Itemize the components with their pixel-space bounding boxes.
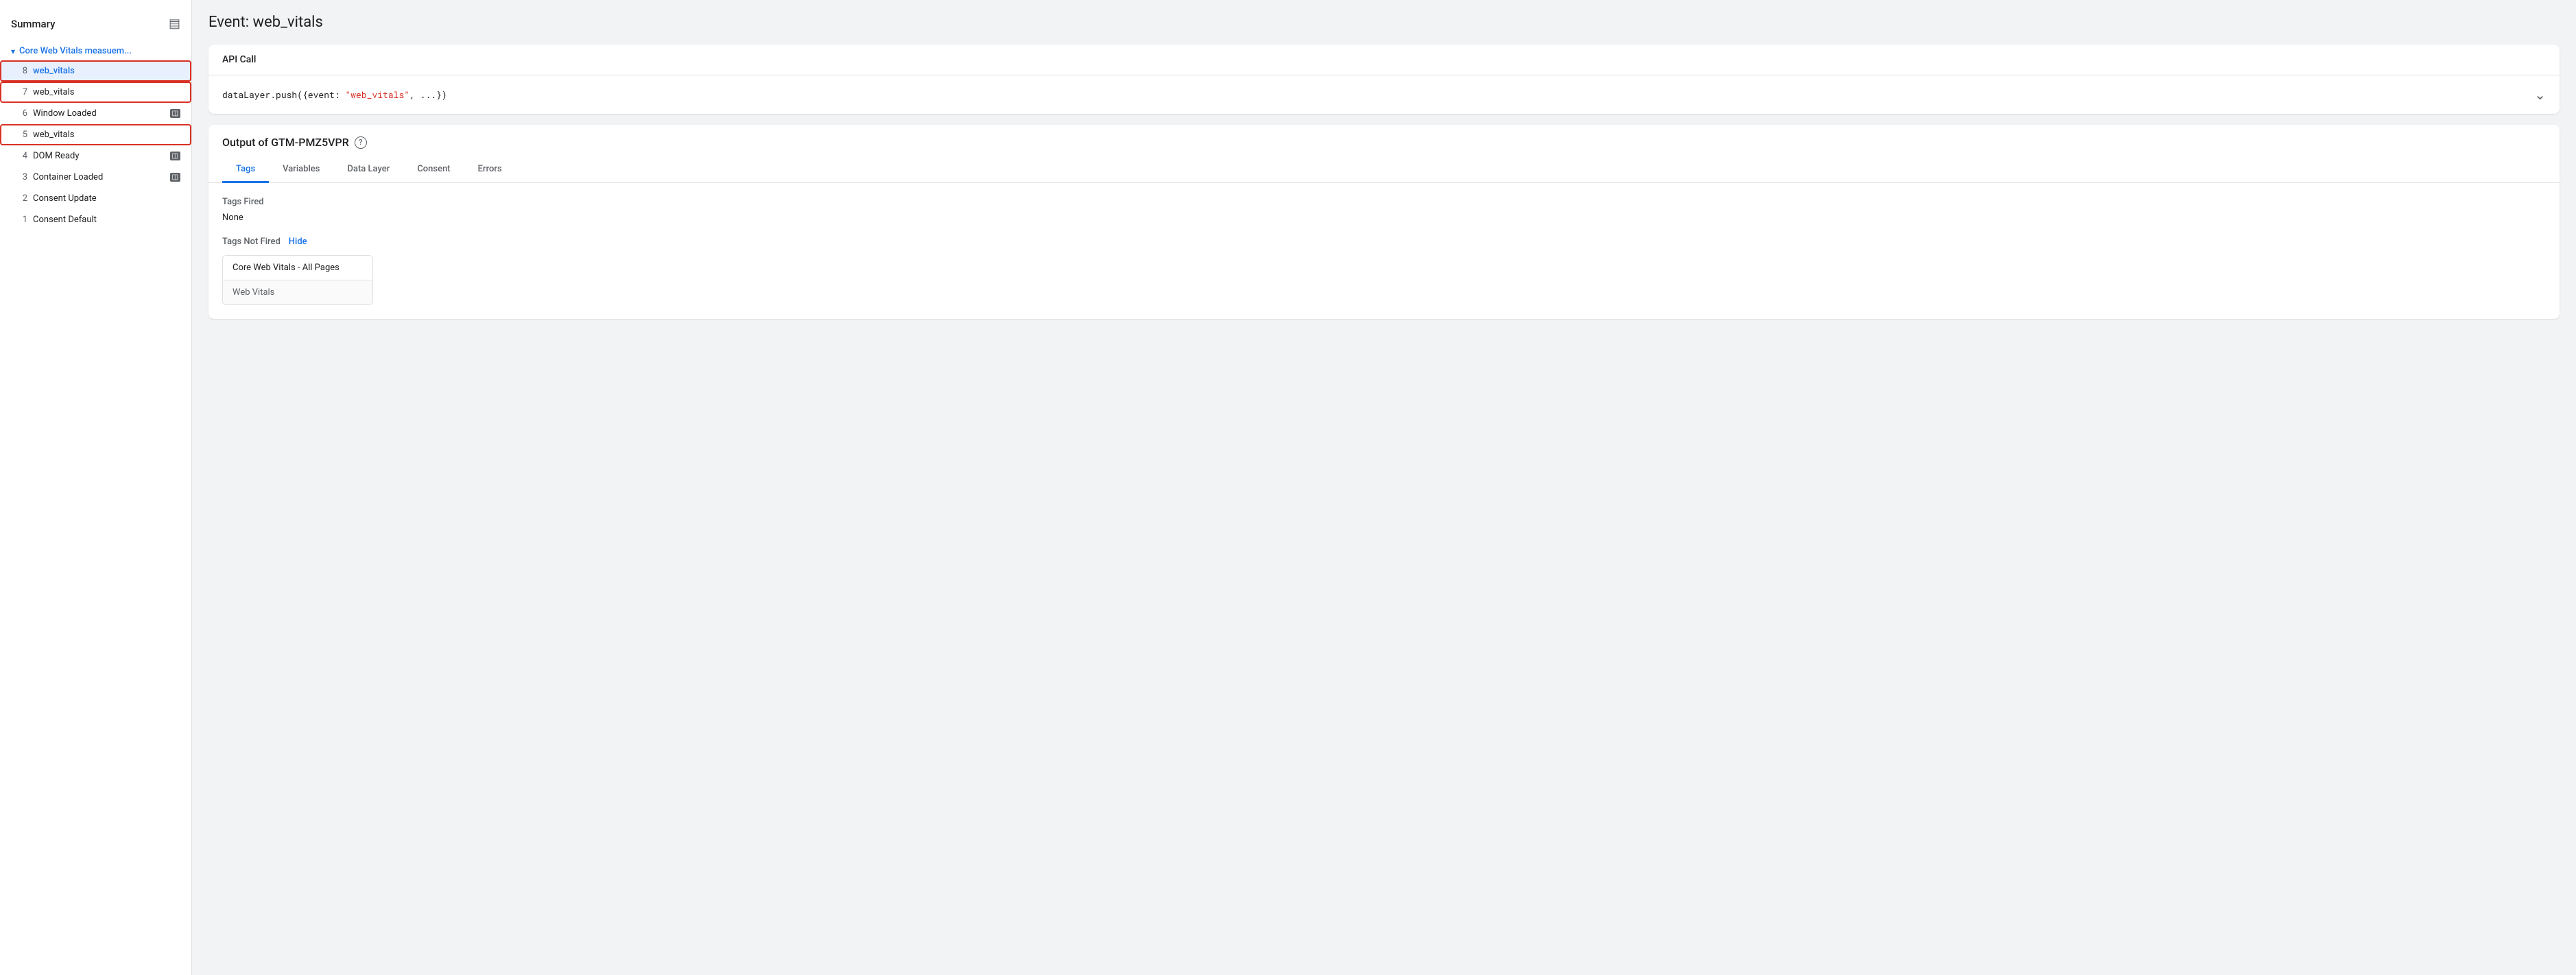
item-number-8: 8 bbox=[14, 66, 27, 76]
code-bracket-icon-6: ◫ bbox=[170, 109, 180, 118]
tag-item-1[interactable]: Web Vitals bbox=[223, 280, 372, 304]
page-title: Event: web_vitals bbox=[208, 14, 2560, 31]
sidebar-item-8[interactable]: 8 web_vitals bbox=[0, 60, 191, 82]
item-label-1: Consent Default bbox=[33, 215, 180, 225]
sidebar-item-7[interactable]: 7 web_vitals bbox=[0, 82, 191, 103]
item-number-2: 2 bbox=[14, 193, 27, 204]
output-title-text: Output of GTM-PMZ5VPR bbox=[222, 136, 349, 149]
output-title: Output of GTM-PMZ5VPR ? bbox=[222, 136, 2546, 149]
tab-variables[interactable]: Variables bbox=[269, 157, 333, 183]
code-suffix: , ...}) bbox=[409, 88, 447, 101]
item-number-7: 7 bbox=[14, 87, 27, 97]
tag-cards: Core Web Vitals - All Pages Web Vitals bbox=[222, 255, 373, 305]
tags-fired-label: Tags Fired bbox=[222, 197, 2546, 207]
sidebar-title: Summary bbox=[11, 18, 55, 30]
help-icon[interactable]: ? bbox=[355, 136, 367, 149]
sidebar-item-2[interactable]: 2 Consent Update bbox=[0, 188, 191, 209]
item-number-6: 6 bbox=[14, 108, 27, 119]
tag-item-0[interactable]: Core Web Vitals - All Pages bbox=[223, 256, 372, 280]
sidebar-group-header[interactable]: ▾ Core Web Vitals measuem... bbox=[0, 42, 191, 60]
main-content: Event: web_vitals API Call dataLayer.pus… bbox=[192, 0, 2576, 975]
tab-data-layer[interactable]: Data Layer bbox=[333, 157, 403, 183]
sidebar: Summary ▤ ▾ Core Web Vitals measuem... 8… bbox=[0, 0, 192, 975]
chevron-down-icon: ▾ bbox=[11, 47, 15, 56]
code-string: "web_vitals" bbox=[345, 88, 409, 101]
sidebar-item-3[interactable]: 3 Container Loaded ◫ bbox=[0, 167, 191, 188]
sidebar-group: ▾ Core Web Vitals measuem... 8 web_vital… bbox=[0, 42, 191, 230]
tags-not-fired-header: Tags Not Fired Hide bbox=[222, 237, 2546, 247]
code-prefix: dataLayer.push({event: bbox=[222, 88, 345, 101]
item-label-7: web_vitals bbox=[33, 87, 180, 97]
sidebar-item-6[interactable]: 6 Window Loaded ◫ bbox=[0, 103, 191, 124]
output-card-header: Output of GTM-PMZ5VPR ? bbox=[208, 125, 2560, 149]
tab-consent[interactable]: Consent bbox=[403, 157, 464, 183]
tab-tags[interactable]: Tags bbox=[222, 157, 269, 183]
sidebar-header: Summary ▤ bbox=[0, 11, 191, 42]
code-bracket-icon-4: ◫ bbox=[170, 152, 180, 160]
tags-not-fired-label: Tags Not Fired bbox=[222, 237, 281, 247]
item-number-1: 1 bbox=[14, 215, 27, 225]
api-call-body: dataLayer.push({event: "web_vitals", ...… bbox=[208, 75, 2560, 114]
tab-errors[interactable]: Errors bbox=[464, 157, 516, 183]
sidebar-item-4[interactable]: 4 DOM Ready ◫ bbox=[0, 145, 191, 167]
item-label-5: web_vitals bbox=[33, 130, 180, 140]
item-number-5: 5 bbox=[14, 130, 27, 140]
tags-fired-none: None bbox=[222, 213, 2546, 223]
item-number-3: 3 bbox=[14, 172, 27, 182]
item-label-4: DOM Ready bbox=[33, 151, 166, 161]
output-card: Output of GTM-PMZ5VPR ? Tags Variables D… bbox=[208, 125, 2560, 319]
filter-icon[interactable]: ▤ bbox=[169, 16, 180, 31]
item-number-4: 4 bbox=[14, 151, 27, 161]
sidebar-item-1[interactable]: 1 Consent Default bbox=[0, 209, 191, 230]
hide-button[interactable]: Hide bbox=[289, 237, 307, 247]
api-call-code: dataLayer.push({event: "web_vitals", ...… bbox=[222, 88, 447, 101]
sidebar-item-5[interactable]: 5 web_vitals bbox=[0, 124, 191, 145]
code-bracket-icon-3: ◫ bbox=[170, 173, 180, 182]
item-label-8: web_vitals bbox=[33, 66, 180, 76]
tabs-bar: Tags Variables Data Layer Consent Errors bbox=[208, 157, 2560, 183]
api-call-card: API Call dataLayer.push({event: "web_vit… bbox=[208, 45, 2560, 114]
item-label-2: Consent Update bbox=[33, 193, 180, 204]
api-call-header: API Call bbox=[208, 45, 2560, 75]
item-label-3: Container Loaded bbox=[33, 172, 166, 182]
tab-content-tags: Tags Fired None Tags Not Fired Hide Core… bbox=[208, 183, 2560, 319]
sidebar-group-label: Core Web Vitals measuem... bbox=[19, 46, 132, 56]
expand-icon[interactable]: ⌄ bbox=[2534, 86, 2546, 103]
item-label-6: Window Loaded bbox=[33, 108, 166, 119]
